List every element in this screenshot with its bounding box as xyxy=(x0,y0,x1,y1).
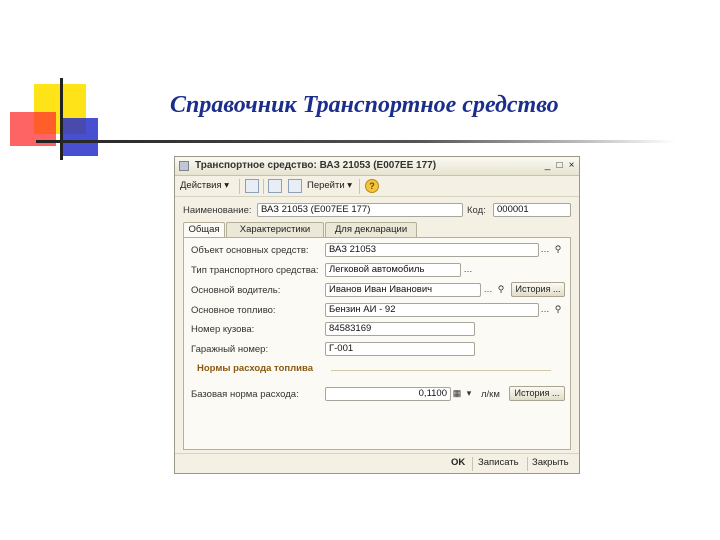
driver-field[interactable]: Иванов Иван Иванович xyxy=(325,283,481,297)
toolbar-separator xyxy=(359,179,360,194)
vehicle-type-field[interactable]: Легковой автомобиль xyxy=(325,263,461,277)
save-copy-icon[interactable] xyxy=(245,179,259,193)
base-norm-unit: л/км xyxy=(481,389,500,400)
body-number-field[interactable]: 84583169 xyxy=(325,322,475,336)
garage-number-label: Гаражный номер: xyxy=(191,344,269,355)
section-divider xyxy=(331,370,551,371)
decor-blue-square xyxy=(62,118,98,156)
save-button[interactable]: Записать xyxy=(478,457,519,468)
copy-icon[interactable] xyxy=(288,179,302,193)
ellipsis-icon[interactable]: … xyxy=(539,243,551,257)
fuel-norms-section-title: Нормы расхода топлива xyxy=(197,363,313,374)
help-icon[interactable]: ? xyxy=(365,179,379,193)
garage-number-field[interactable]: Г-001 xyxy=(325,342,475,356)
ok-button[interactable]: OK xyxy=(451,457,465,468)
decor-vertical-line xyxy=(60,78,63,160)
slide-title: Справочник Транспортное средство xyxy=(170,92,559,118)
decor-horizontal-line xyxy=(36,140,676,143)
toolbar: Действия ▾ Перейти ▾ ? xyxy=(175,176,579,197)
search-icon[interactable]: ⚲ xyxy=(552,303,564,317)
fuel-label: Основное топливо: xyxy=(191,305,276,316)
footer-separator xyxy=(472,457,473,471)
toolbar-separator xyxy=(263,179,264,194)
ellipsis-icon[interactable]: … xyxy=(482,283,494,297)
window-title: Транспортное средство: ВАЗ 21053 (Е007ЕЕ… xyxy=(195,160,437,171)
code-label: Код: xyxy=(467,205,486,216)
asset-label: Объект основных средств: xyxy=(191,245,309,256)
norm-history-button[interactable]: История ... xyxy=(509,386,565,401)
actions-menu-label: Действия xyxy=(180,180,222,191)
footer-separator xyxy=(527,457,528,471)
actions-menu[interactable]: Действия ▾ xyxy=(180,180,229,191)
search-icon[interactable]: ⚲ xyxy=(495,283,507,297)
vehicle-type-label: Тип транспортного средства: xyxy=(191,265,319,276)
calculator-icon[interactable]: ▦ xyxy=(451,387,463,401)
name-field[interactable]: ВАЗ 21053 (Е007ЕЕ 177) xyxy=(257,203,463,217)
name-label: Наименование: xyxy=(183,205,252,216)
search-icon[interactable]: ⚲ xyxy=(552,243,564,257)
ellipsis-icon[interactable]: … xyxy=(539,303,551,317)
tab-general[interactable]: Общая xyxy=(183,222,225,238)
tab-characteristics[interactable]: Характеристики xyxy=(226,222,324,237)
catalog-window: Транспортное средство: ВАЗ 21053 (Е007ЕЕ… xyxy=(174,156,580,474)
ellipsis-icon[interactable]: … xyxy=(462,263,474,277)
chevron-down-icon[interactable]: ▾ xyxy=(463,387,475,401)
dropdown-arrow-icon: ▾ xyxy=(224,180,230,191)
base-norm-field[interactable]: 0,1100 xyxy=(325,387,451,401)
code-field[interactable]: 000001 xyxy=(493,203,571,217)
hierarchy-icon[interactable] xyxy=(268,179,282,193)
dropdown-arrow-icon: ▾ xyxy=(347,180,353,191)
goto-menu-label: Перейти xyxy=(307,180,345,191)
close-window-button[interactable]: × xyxy=(565,159,578,172)
base-norm-label: Базовая норма расхода: xyxy=(191,389,299,400)
body-number-label: Номер кузова: xyxy=(191,324,255,335)
window-app-icon xyxy=(179,161,189,171)
window-titlebar[interactable]: Транспортное средство: ВАЗ 21053 (Е007ЕЕ… xyxy=(175,157,579,176)
goto-menu[interactable]: Перейти ▾ xyxy=(307,180,352,191)
driver-history-button[interactable]: История ... xyxy=(511,282,565,297)
asset-field[interactable]: ВАЗ 21053 xyxy=(325,243,539,257)
fuel-field[interactable]: Бензин АИ - 92 xyxy=(325,303,539,317)
close-button[interactable]: Закрыть xyxy=(532,457,569,468)
driver-label: Основной водитель: xyxy=(191,285,281,296)
window-footer: OK Записать Закрыть xyxy=(175,453,579,474)
tab-declaration[interactable]: Для декларации xyxy=(325,222,417,237)
toolbar-separator xyxy=(239,179,240,194)
